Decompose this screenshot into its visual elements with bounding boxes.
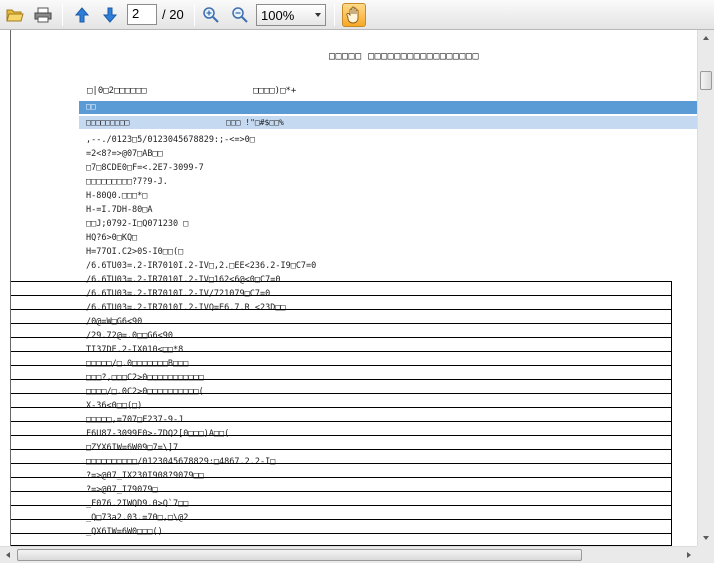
document-line: F6U87-3099F0>-7DQ2[0□□□)A□□( (86, 429, 230, 439)
document-line: □□□?,□□□C2>0□□□□□□□□□□□ (86, 373, 204, 383)
document-line: ,--./0123□5/0123045678829:;-<=>0□ (86, 135, 255, 145)
printer-icon[interactable] (32, 4, 54, 26)
section-header-text: □□ (86, 102, 96, 111)
page-title: □□□□□ □□□□□□□□□□□□□□□□□ (329, 51, 479, 62)
document-line: _Q□73a2.03.=70□,□\@2 (86, 513, 189, 523)
page-number-input[interactable]: 2 (127, 4, 157, 25)
document-line: =2<8?=>@07□AB□□ (86, 149, 163, 159)
horizontal-scrollbar[interactable] (0, 546, 697, 563)
table-right-border (671, 281, 672, 546)
page-total-label: / 20 (162, 7, 184, 22)
header-right-text: □□□□)□*+ (253, 86, 297, 96)
scrollbar-corner (697, 546, 714, 563)
document-line: □□□□□□□□□?7?9-J. (86, 177, 168, 187)
document-line: H=77OI.C2>0S-I0□□(□ (86, 247, 184, 257)
header-left-text: □|0□2□□□□□□ (87, 86, 147, 96)
document-line: □□J;0792-I□Q071230 □ (86, 219, 189, 229)
scroll-up-icon[interactable] (698, 30, 714, 46)
document-line: /6.6TU03=.2-IR7010I.2-IVQ=E6.7.R <23D□□ (86, 303, 286, 313)
document-line: □7□8CDE0□F=<.2E7-3099-7 (86, 163, 204, 173)
folder-open-icon[interactable] (4, 4, 26, 26)
sub-header-left-text: □□□□□□□□□ (86, 118, 130, 127)
zoom-out-icon[interactable] (229, 4, 251, 26)
toolbar-separator (334, 4, 335, 26)
document-line: HQ?6>0□KQ□ (86, 233, 138, 243)
sub-header-band: □□□□□□□□□ □□□ !"□#$□□% (79, 116, 697, 129)
hand-tool-button[interactable] (342, 3, 366, 27)
arrow-down-icon[interactable] (99, 4, 121, 26)
document-line: H-=I.7DH-80□A (86, 205, 153, 215)
pdf-page: □□□□□ □□□□□□□□□□□□□□□□□ □|0□2□□□□□□ □□□□… (11, 30, 697, 546)
zoom-select[interactable]: 100% (256, 4, 326, 26)
scroll-left-icon[interactable] (0, 547, 16, 563)
horizontal-scroll-thumb[interactable] (17, 549, 582, 561)
document-line: □□□□□□□□□□/0123045678829:□4867.2.2-I□ (86, 457, 276, 467)
document-line: TI37DE.2-IX010<□□*8 (86, 345, 184, 355)
document-line: □□□□/□.0C2>0□□□□□□□□□□( (86, 387, 204, 397)
pdf-viewer-window: 2 / 20 100% □□□□□ □□□□□□□□□□□□□□□□□ □|0□… (0, 0, 714, 563)
document-line: ?=>@07_IX230I908?9079□□ (86, 471, 204, 481)
zoom-value: 100% (261, 8, 295, 23)
document-line: /6.6TU03=.2-IR7010I.2-IV/721079□C7=0 (86, 289, 271, 299)
document-line: /0@=W□G6<90 (86, 317, 143, 327)
document-line: H-80Q0.□□□*□ (86, 191, 148, 201)
toolbar-separator (62, 4, 63, 26)
arrow-up-icon[interactable] (71, 4, 93, 26)
document-viewport[interactable]: □□□□□ □□□□□□□□□□□□□□□□□ □|0□2□□□□□□ □□□□… (0, 30, 697, 546)
scroll-down-icon[interactable] (698, 530, 714, 546)
document-line: X-36<0□□(□) (86, 401, 143, 411)
document-line: _QX6IW=6W0□□□() (86, 527, 163, 537)
chevron-down-icon (315, 13, 321, 17)
vertical-scrollbar[interactable] (697, 30, 714, 546)
hand-icon (346, 6, 359, 24)
document-line: □□□□□,=707□F237-9-J (86, 415, 184, 425)
toolbar-separator (194, 4, 195, 26)
scroll-right-icon[interactable] (681, 547, 697, 563)
sub-header-right-text: □□□ !"□#$□□% (226, 118, 284, 127)
document-line: □ZYX6IW=6W09□7=\]7 (86, 443, 179, 453)
document-line: _F076.2IWQD9.0>Q`7□□ (86, 499, 189, 509)
section-header-band: □□ (79, 101, 697, 114)
document-line: /6.6TU03=.2-IR7010I.2-IV□,2.□EE<236.2-I9… (86, 261, 317, 271)
vertical-scroll-thumb[interactable] (700, 71, 712, 90)
zoom-in-icon[interactable] (200, 4, 222, 26)
document-line: □□□□□/□.0□□□□□□□B□□□ (86, 359, 189, 369)
toolbar: 2 / 20 100% (0, 0, 714, 30)
document-line: /6.6TU03=.2-IR7010I.2-IV□162<6@<0□C7=0 (86, 275, 281, 285)
document-line: /29.72@=.0□□G6<90 (86, 331, 173, 341)
document-line: ?=>@07_I79079□ (86, 485, 158, 495)
document-text-block: ,--./0123□5/0123045678829:;-<=>0□ =2<8?=>… (86, 133, 316, 539)
